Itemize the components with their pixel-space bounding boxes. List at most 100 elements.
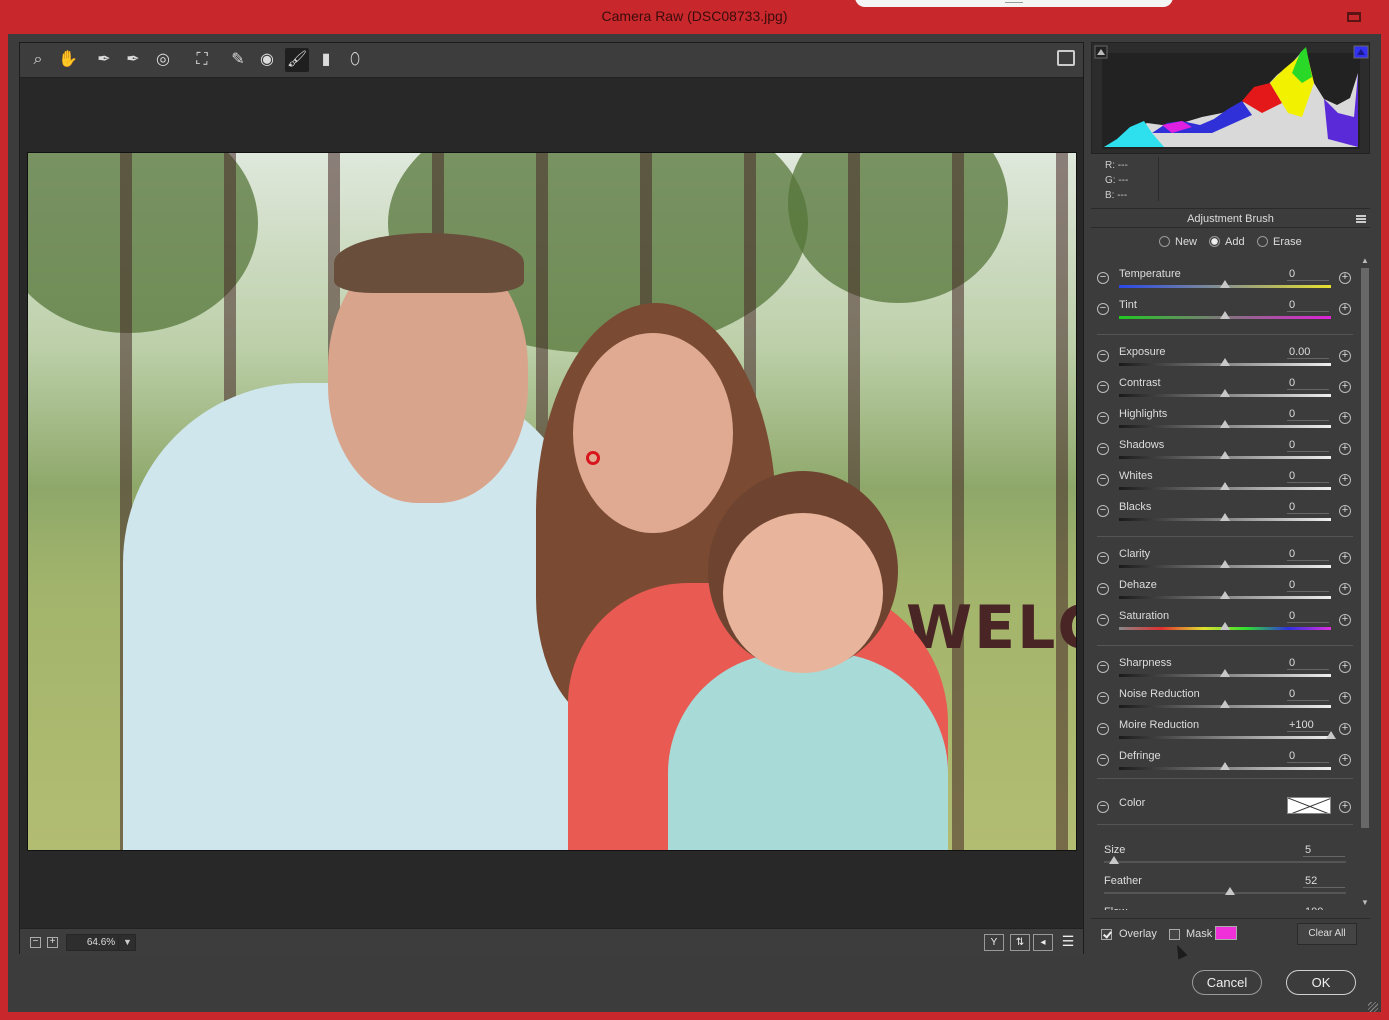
mask-color-swatch[interactable] bbox=[1215, 926, 1237, 940]
increase-icon[interactable]: + bbox=[1339, 443, 1351, 455]
slider-track[interactable] bbox=[1119, 736, 1331, 739]
slider-thumb[interactable] bbox=[1220, 280, 1230, 288]
graduated-filter-tool-icon[interactable]: ▮ bbox=[314, 48, 338, 72]
zoom-dropdown-icon[interactable]: ▼ bbox=[118, 934, 136, 951]
brush-thumb[interactable] bbox=[1108, 856, 1119, 864]
increase-icon[interactable]: + bbox=[1339, 412, 1351, 424]
mask-checkbox[interactable] bbox=[1169, 929, 1180, 940]
brush-thumb[interactable] bbox=[1224, 887, 1235, 895]
title-drag-tab[interactable] bbox=[855, 0, 1173, 7]
preview-preferences-icon[interactable]: ☰ bbox=[1058, 934, 1078, 951]
increase-icon[interactable]: + bbox=[1339, 303, 1351, 315]
slider-thumb[interactable] bbox=[1220, 482, 1230, 490]
slider-value[interactable]: 0 bbox=[1287, 501, 1329, 514]
copy-settings-icon[interactable]: ◂ bbox=[1033, 934, 1053, 951]
red-eye-tool-icon[interactable]: ◉ bbox=[255, 48, 279, 72]
slider-thumb[interactable] bbox=[1220, 700, 1230, 708]
photo-preview[interactable]: WELCO bbox=[27, 152, 1077, 851]
slider-value[interactable]: 0 bbox=[1287, 299, 1329, 312]
slider-thumb[interactable] bbox=[1220, 420, 1230, 428]
decrease-icon[interactable]: − bbox=[1097, 614, 1109, 626]
slider-thumb[interactable] bbox=[1220, 451, 1230, 459]
targeted-adjustment-tool-icon[interactable]: ◎ bbox=[151, 48, 175, 72]
mode-new-radio[interactable]: New bbox=[1159, 236, 1197, 248]
color-sampler-tool-icon[interactable]: ✒ bbox=[121, 48, 145, 72]
slider-value[interactable]: 0 bbox=[1287, 750, 1329, 763]
increase-icon[interactable]: + bbox=[1339, 552, 1351, 564]
cancel-button[interactable]: Cancel bbox=[1192, 970, 1262, 995]
slider-thumb[interactable] bbox=[1220, 560, 1230, 568]
mode-add-radio[interactable]: Add bbox=[1209, 236, 1245, 248]
slider-value[interactable]: 0 bbox=[1287, 657, 1329, 670]
increase-icon[interactable]: + bbox=[1339, 754, 1351, 766]
decrease-icon[interactable]: − bbox=[1097, 583, 1109, 595]
decrease-icon[interactable]: − bbox=[1097, 303, 1109, 315]
clear-all-button[interactable]: Clear All bbox=[1297, 923, 1357, 945]
decrease-icon[interactable]: − bbox=[1097, 754, 1109, 766]
slider-value[interactable]: 0.00 bbox=[1287, 346, 1329, 359]
slider-thumb[interactable] bbox=[1220, 762, 1230, 770]
slider-thumb[interactable] bbox=[1220, 358, 1230, 366]
panel-scrollbar[interactable]: ▲ ▼ bbox=[1360, 257, 1370, 908]
radial-filter-tool-icon[interactable]: ⬯ bbox=[343, 48, 367, 72]
white-balance-tool-icon[interactable]: ✒ bbox=[92, 48, 116, 72]
transform-tool-icon[interactable]: ⛶ bbox=[190, 48, 214, 72]
panel-menu-icon[interactable] bbox=[1356, 215, 1366, 223]
slider-value[interactable]: 0 bbox=[1287, 439, 1329, 452]
ok-button[interactable]: OK bbox=[1286, 970, 1356, 995]
adjustment-brush-tool-icon[interactable]: 🖌 bbox=[285, 48, 309, 72]
brush-value[interactable]: 100 bbox=[1303, 906, 1345, 910]
slider-value[interactable]: 0 bbox=[1287, 470, 1329, 483]
slider-value[interactable]: 0 bbox=[1287, 408, 1329, 421]
zoom-in-button[interactable]: + bbox=[47, 937, 58, 948]
increase-icon[interactable]: + bbox=[1339, 583, 1351, 595]
color-swatch[interactable] bbox=[1287, 797, 1331, 814]
slider-value[interactable]: 0 bbox=[1287, 610, 1329, 623]
decrease-icon[interactable]: − bbox=[1097, 692, 1109, 704]
increase-icon[interactable]: + bbox=[1339, 505, 1351, 517]
slider-value[interactable]: 0 bbox=[1287, 268, 1329, 281]
before-after-toggle-icon[interactable]: Y bbox=[984, 934, 1004, 951]
decrease-icon[interactable]: − bbox=[1097, 661, 1109, 673]
decrease-icon[interactable]: − bbox=[1097, 552, 1109, 564]
fullscreen-icon[interactable] bbox=[1057, 50, 1075, 66]
increase-icon[interactable]: + bbox=[1339, 474, 1351, 486]
slider-thumb[interactable] bbox=[1220, 622, 1230, 630]
hand-tool-icon[interactable]: ✋ bbox=[56, 48, 80, 72]
slider-thumb[interactable] bbox=[1326, 731, 1336, 739]
decrease-icon[interactable]: − bbox=[1097, 412, 1109, 424]
overlay-checkbox[interactable] bbox=[1101, 929, 1112, 940]
brush-value[interactable]: 5 bbox=[1303, 844, 1345, 857]
slider-thumb[interactable] bbox=[1220, 669, 1230, 677]
resize-grip-icon[interactable] bbox=[1368, 1002, 1378, 1012]
increase-icon[interactable]: + bbox=[1339, 801, 1351, 813]
zoom-out-button[interactable]: − bbox=[30, 937, 41, 948]
increase-icon[interactable]: + bbox=[1339, 614, 1351, 626]
slider-value[interactable]: 0 bbox=[1287, 377, 1329, 390]
decrease-icon[interactable]: − bbox=[1097, 474, 1109, 486]
window-menu-icon[interactable] bbox=[1347, 12, 1361, 22]
slider-value[interactable]: +100 bbox=[1287, 719, 1329, 732]
decrease-icon[interactable]: − bbox=[1097, 801, 1109, 813]
scroll-up-icon[interactable]: ▲ bbox=[1361, 257, 1369, 265]
slider-value[interactable]: 0 bbox=[1287, 548, 1329, 561]
decrease-icon[interactable]: − bbox=[1097, 350, 1109, 362]
increase-icon[interactable]: + bbox=[1339, 723, 1351, 735]
mode-erase-radio[interactable]: Erase bbox=[1257, 236, 1302, 248]
slider-thumb[interactable] bbox=[1220, 311, 1230, 319]
slider-value[interactable]: 0 bbox=[1287, 688, 1329, 701]
decrease-icon[interactable]: − bbox=[1097, 381, 1109, 393]
slider-value[interactable]: 0 bbox=[1287, 579, 1329, 592]
decrease-icon[interactable]: − bbox=[1097, 505, 1109, 517]
increase-icon[interactable]: + bbox=[1339, 350, 1351, 362]
increase-icon[interactable]: + bbox=[1339, 272, 1351, 284]
decrease-icon[interactable]: − bbox=[1097, 443, 1109, 455]
spot-removal-tool-icon[interactable]: ✎ bbox=[226, 48, 250, 72]
swap-settings-icon[interactable]: ⇅ bbox=[1010, 934, 1030, 951]
increase-icon[interactable]: + bbox=[1339, 692, 1351, 704]
decrease-icon[interactable]: − bbox=[1097, 272, 1109, 284]
increase-icon[interactable]: + bbox=[1339, 381, 1351, 393]
slider-thumb[interactable] bbox=[1220, 389, 1230, 397]
decrease-icon[interactable]: − bbox=[1097, 723, 1109, 735]
increase-icon[interactable]: + bbox=[1339, 661, 1351, 673]
